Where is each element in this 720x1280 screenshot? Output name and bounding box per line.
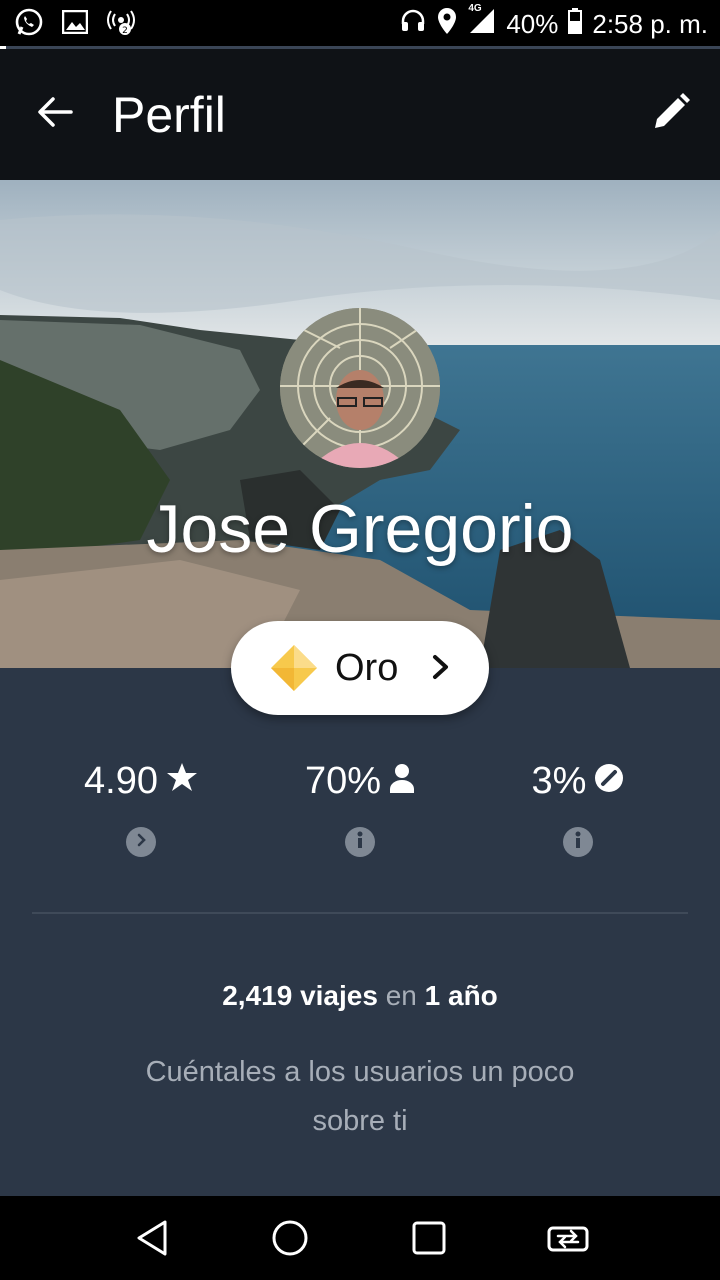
nav-home-button[interactable] xyxy=(266,1214,314,1262)
cancellation-info-button[interactable] xyxy=(563,827,593,857)
cover-photo: Jose Gregorio xyxy=(0,180,720,668)
cancellation-value: 3% xyxy=(531,760,587,802)
headset-icon xyxy=(400,8,426,41)
battery-percent: 40% xyxy=(506,8,559,39)
recents-square-icon xyxy=(412,1221,446,1255)
app-bar: Perfil xyxy=(0,49,720,180)
acceptance-info-button[interactable] xyxy=(345,827,375,857)
arrow-back-icon xyxy=(37,96,73,133)
rating-value: 4.90 xyxy=(84,760,158,802)
nav-switch-app-button[interactable] xyxy=(544,1214,592,1262)
home-circle-icon xyxy=(272,1220,308,1256)
back-triangle-icon xyxy=(137,1220,167,1256)
location-icon xyxy=(436,7,458,42)
gallery-icon xyxy=(61,9,89,39)
battery-icon xyxy=(568,7,583,41)
nav-back-button[interactable] xyxy=(128,1214,176,1262)
switch-app-icon xyxy=(547,1226,589,1252)
avatar[interactable] xyxy=(280,308,440,468)
acceptance-stat: 70% xyxy=(240,760,480,857)
about-me-prompt[interactable]: Cuéntales a los usuarios un poco sobre t… xyxy=(110,1048,610,1146)
page-title: Perfil xyxy=(112,86,226,143)
stats-row: 4.90 70% 3% xyxy=(0,760,720,870)
star-icon xyxy=(166,760,198,803)
signal-icon: 4G xyxy=(468,3,496,42)
hotspot-icon: 2 xyxy=(106,8,136,41)
trip-duration: 1 año xyxy=(424,980,498,1011)
edit-button[interactable] xyxy=(636,80,706,150)
pencil-icon xyxy=(651,92,691,137)
trip-count: 2,419 viajes xyxy=(222,980,378,1011)
cancellation-stat: 3% xyxy=(458,760,698,857)
acceptance-value: 70% xyxy=(304,760,382,802)
divider xyxy=(32,912,688,914)
profile-name: Jose Gregorio xyxy=(146,491,574,567)
chevron-right-icon xyxy=(431,647,451,689)
nav-recents-button[interactable] xyxy=(405,1214,453,1262)
avatar-photo xyxy=(280,308,440,468)
back-button[interactable] xyxy=(20,80,90,150)
person-icon xyxy=(389,760,415,803)
tier-diamond-icon xyxy=(269,643,319,693)
info-icon xyxy=(572,831,584,854)
system-nav-bar xyxy=(0,1196,720,1280)
rating-stat: 4.90 xyxy=(21,760,261,857)
cancel-icon xyxy=(594,760,624,803)
chevron-right-icon xyxy=(134,833,148,852)
whatsapp-icon xyxy=(14,7,44,42)
rating-details-button[interactable] xyxy=(126,827,156,857)
svg-text:2: 2 xyxy=(122,26,128,36)
info-icon xyxy=(354,831,366,854)
trips-connector: en xyxy=(385,980,417,1011)
tier-button[interactable]: Oro xyxy=(231,621,489,715)
trips-summary: 2,419 viajes en 1 año xyxy=(0,980,720,1012)
status-bar: 2 4G 40% 2:58 p. m. xyxy=(0,0,720,48)
clock: 2:58 p. m. xyxy=(592,8,708,39)
tier-label: Oro xyxy=(335,646,399,689)
